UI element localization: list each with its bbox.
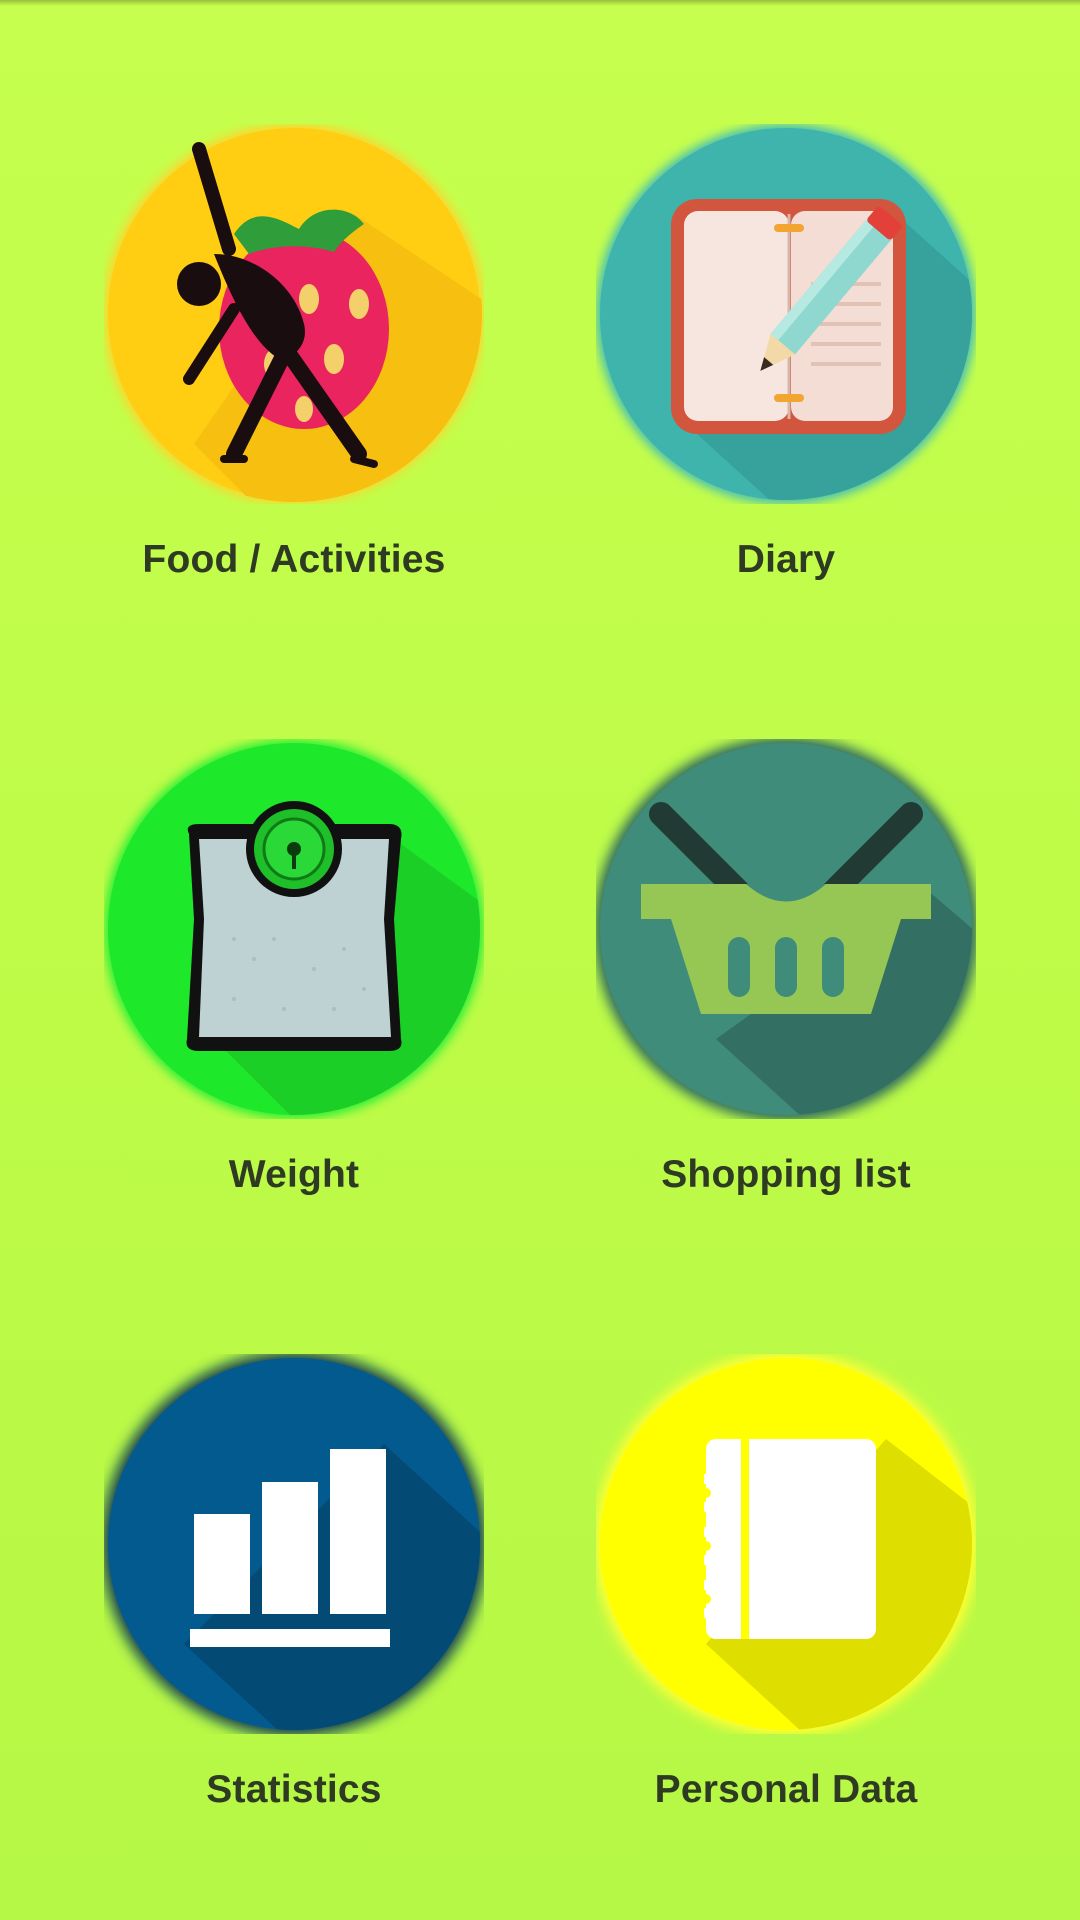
- spiral-notebook-icon: [596, 1354, 976, 1734]
- menu-item-label: Food / Activities: [142, 538, 446, 581]
- menu-item-diary[interactable]: Diary: [526, 110, 1046, 670]
- menu-item-food-activities[interactable]: Food / Activities: [34, 110, 554, 670]
- menu-item-label: Shopping list: [661, 1153, 911, 1196]
- menu-item-label: Personal Data: [654, 1768, 918, 1811]
- shopping-basket-icon: [596, 739, 976, 1119]
- menu-item-shopping-list[interactable]: Shopping list: [526, 725, 1046, 1285]
- strawberry-exercise-icon: [104, 124, 484, 504]
- menu-item-label: Weight: [228, 1153, 360, 1196]
- menu-item-label: Diary: [736, 538, 836, 581]
- menu-item-personal-data[interactable]: Personal Data: [526, 1340, 1046, 1900]
- bathroom-scale-icon: [104, 739, 484, 1119]
- main-menu-grid: Food / Activities Diary Weight Shopping …: [0, 0, 1080, 1920]
- menu-item-statistics[interactable]: Statistics: [34, 1340, 554, 1900]
- notebook-pencil-icon: [596, 124, 976, 504]
- bar-chart-icon: [104, 1354, 484, 1734]
- menu-item-weight[interactable]: Weight: [34, 725, 554, 1285]
- menu-item-label: Statistics: [206, 1768, 382, 1811]
